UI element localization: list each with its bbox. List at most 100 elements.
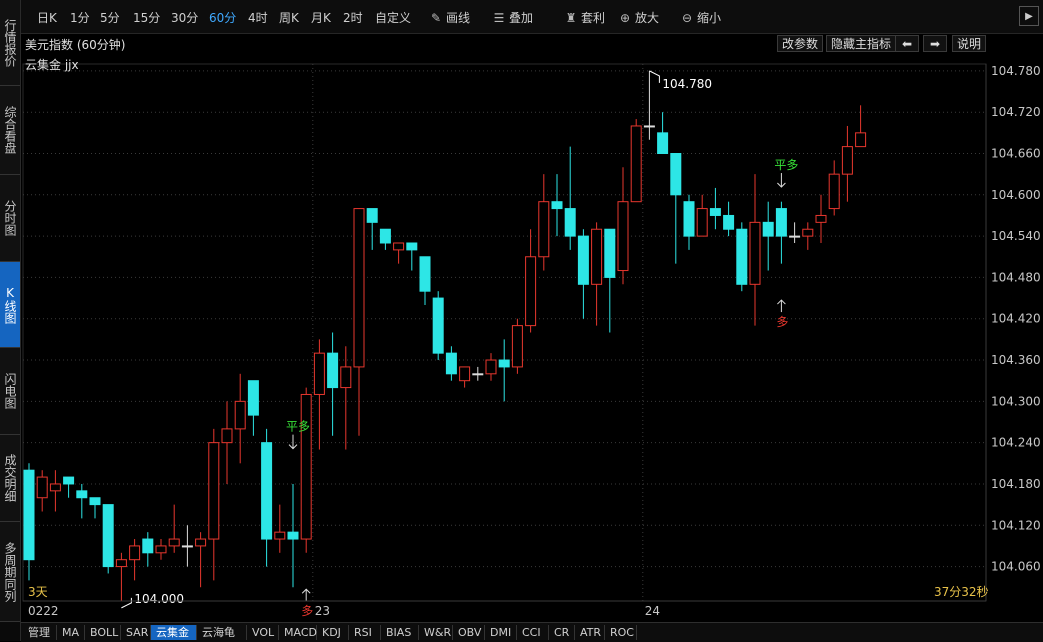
annotation-label-4: 平多 xyxy=(774,158,798,172)
candle-26 xyxy=(366,208,378,250)
indicator-tab-11[interactable]: W&R xyxy=(419,625,453,640)
candle-22 xyxy=(313,339,325,450)
price-tick-3: 104.600 xyxy=(991,188,1041,202)
candle-body-3 xyxy=(63,476,75,485)
candle-body-21 xyxy=(300,393,312,540)
indicator-tab-9[interactable]: RSI xyxy=(349,625,381,640)
candle-body-1 xyxy=(36,476,48,499)
candle-2 xyxy=(49,470,61,512)
candle-body-10 xyxy=(155,545,167,554)
candle-3 xyxy=(63,476,75,498)
candle-body-47 xyxy=(643,125,655,128)
kline-chart[interactable]: 104.780104.000平多多平多多 104.780104.720104.6… xyxy=(0,0,1043,641)
candle-body-18 xyxy=(261,442,273,540)
indicator-tab-13[interactable]: DMI xyxy=(485,625,517,640)
candle-body-55 xyxy=(749,221,761,285)
candle-body-31 xyxy=(432,297,444,354)
candle-16 xyxy=(234,373,246,464)
candle-body-39 xyxy=(538,201,550,258)
candle-body-44 xyxy=(604,228,616,278)
countdown-label: 37分32秒 xyxy=(934,585,989,599)
candle-42 xyxy=(577,229,589,319)
arrow-left-icon: ⬅ xyxy=(901,37,913,51)
candle-59 xyxy=(802,222,814,250)
candle-18 xyxy=(261,428,273,567)
candle-body-4 xyxy=(76,490,88,499)
candle-body-14 xyxy=(208,442,220,540)
candle-body-38 xyxy=(525,256,537,327)
candle-62 xyxy=(841,125,853,202)
candle-body-17 xyxy=(247,380,259,416)
time-tick-2: 24 xyxy=(645,604,660,618)
candle-38 xyxy=(525,229,537,333)
range-label: 3天 xyxy=(28,585,48,599)
time-tick-0: 0222 xyxy=(28,604,59,618)
candle-63 xyxy=(855,105,867,148)
candle-body-42 xyxy=(577,235,589,285)
candle-7 xyxy=(115,552,127,601)
candle-body-54 xyxy=(736,228,748,285)
candle-body-61 xyxy=(828,173,840,210)
indicator-tab-8[interactable]: KDJ xyxy=(317,625,349,640)
change-params-button[interactable]: 改参数 xyxy=(777,35,824,52)
candle-30 xyxy=(419,256,431,305)
indicator-tab-1[interactable]: MA xyxy=(57,625,85,640)
candle-body-58 xyxy=(789,235,801,238)
candle-34 xyxy=(472,366,484,381)
candle-body-12 xyxy=(181,545,193,548)
candle-8 xyxy=(129,539,141,581)
candle-5 xyxy=(89,497,101,519)
candle-body-32 xyxy=(445,352,457,375)
candle-body-7 xyxy=(115,559,127,568)
indicator-tab-16[interactable]: ATR xyxy=(575,625,605,640)
candle-37 xyxy=(511,318,523,374)
candle-body-35 xyxy=(485,359,497,375)
indicator-tab-15[interactable]: CR xyxy=(549,625,575,640)
indicator-tab-10[interactable]: BIAS xyxy=(381,625,419,640)
candle-28 xyxy=(393,242,405,264)
candle-10 xyxy=(155,539,167,560)
indicator-tab-7[interactable]: MACD xyxy=(279,625,317,640)
candle-body-43 xyxy=(591,228,603,285)
indicator-tab-6[interactable]: VOL xyxy=(247,625,279,640)
candle-body-48 xyxy=(657,132,669,155)
candle-body-40 xyxy=(551,201,563,210)
indicator-tab-17[interactable]: ROC xyxy=(605,625,637,640)
chart-header: 美元指数 (60分钟) 改参数 隐藏主指标 ⬅ ➡ 说明 xyxy=(21,34,1043,54)
price-tick-2: 104.660 xyxy=(991,147,1041,161)
price-tick-9: 104.240 xyxy=(991,436,1041,450)
candle-body-30 xyxy=(419,256,431,292)
candle-15 xyxy=(221,401,233,484)
candles xyxy=(23,70,867,601)
candle-12 xyxy=(181,525,193,567)
price-tick-4: 104.540 xyxy=(991,229,1041,243)
candle-body-52 xyxy=(709,208,721,216)
price-tick-0: 104.780 xyxy=(991,64,1041,78)
candle-52 xyxy=(709,187,721,230)
candle-body-0 xyxy=(23,469,35,561)
annotation-label-1: 104.000 xyxy=(134,592,184,606)
explain-button[interactable]: 说明 xyxy=(952,35,987,52)
candle-60 xyxy=(815,194,827,243)
candle-14 xyxy=(208,428,220,581)
indicator-tab-12[interactable]: OBV xyxy=(453,625,485,640)
annotation-3: 多 xyxy=(301,588,313,618)
candle-47 xyxy=(643,70,655,140)
candle-24 xyxy=(340,346,352,450)
next-button[interactable]: ➡ xyxy=(923,35,947,52)
prev-button[interactable]: ⬅ xyxy=(895,35,919,52)
annotation-label-2: 平多 xyxy=(286,420,310,434)
annotation-4: 平多 xyxy=(774,158,798,188)
candle-19 xyxy=(274,504,286,553)
indicator-tab-5[interactable]: 云海龟 xyxy=(197,625,247,640)
price-tick-6: 104.420 xyxy=(991,312,1041,326)
price-axis: 104.780 104.720 104.660 104.600 104.540 104.4… xyxy=(985,64,1041,601)
candle-57 xyxy=(775,201,787,264)
hide-indicator-button[interactable]: 隐藏主指标 xyxy=(826,35,897,52)
indicator-tab-2[interactable]: BOLL xyxy=(85,625,121,640)
indicator-tab-3[interactable]: SAR xyxy=(121,625,151,640)
indicator-tab-0[interactable]: 管理 xyxy=(23,625,57,640)
indicator-tab-14[interactable]: CCI xyxy=(517,625,549,640)
candle-body-2 xyxy=(49,483,61,492)
indicator-tab-4[interactable]: 云集金 xyxy=(151,625,197,640)
